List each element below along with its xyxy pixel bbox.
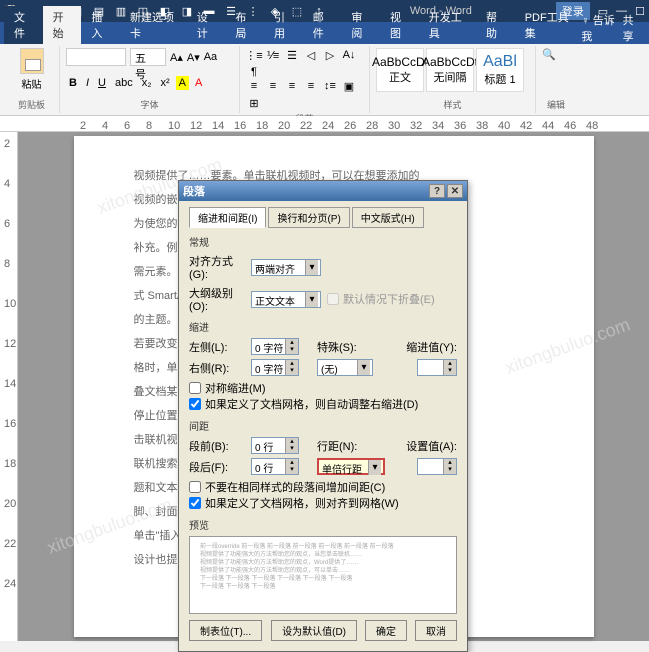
horizontal-ruler[interactable]: 2468101214161820222426283032343638404244… <box>0 116 649 132</box>
tab-dev[interactable]: 开发工具 <box>419 6 476 44</box>
share-button[interactable]: 共享 <box>623 12 641 44</box>
align-left-icon[interactable]: ≡ <box>246 79 262 93</box>
dlg-tab-indent[interactable]: 缩进和间距(I) <box>189 207 266 228</box>
paragraph-dialog: 段落 ? ✕ 缩进和间距(I) 换行和分页(P) 中文版式(H) 常规 对齐方式… <box>178 180 468 652</box>
default-button[interactable]: 设为默认值(D) <box>271 620 357 641</box>
dialog-close-button[interactable]: ✕ <box>447 184 463 198</box>
preview-label: 预览 <box>189 517 457 532</box>
dialog-help-button[interactable]: ? <box>429 184 445 198</box>
tab-help[interactable]: 帮助 <box>476 6 515 44</box>
bullets-icon[interactable]: ⋮≡ <box>246 48 262 62</box>
spacing-grid-checkbox[interactable] <box>189 497 201 509</box>
styles-group-label: 样式 <box>376 98 529 111</box>
before-spinner[interactable]: 0 行 <box>251 437 299 454</box>
at-spinner[interactable] <box>417 458 457 475</box>
left-indent-spinner[interactable]: 0 字符 <box>251 338 299 355</box>
strike-icon[interactable]: abc <box>112 76 136 90</box>
mirror-checkbox[interactable] <box>189 382 201 394</box>
dlg-tab-break[interactable]: 换行和分页(P) <box>268 207 349 228</box>
spacing-label: 间距 <box>189 418 457 433</box>
line-spacing-label: 行距(N): <box>317 438 361 454</box>
tab-design[interactable]: 设计 <box>187 6 226 44</box>
indent-grid-checkbox[interactable] <box>189 398 201 410</box>
preview-box: 前一段override 前一段落 前一段落 前一段落 前一段落 前一段落 前一段… <box>189 536 457 614</box>
multilevel-icon[interactable]: ☰ <box>284 48 300 62</box>
outline-label: 大纲级别(O): <box>189 285 245 313</box>
show-marks-icon[interactable]: ¶ <box>246 65 262 79</box>
dlg-tab-cjk[interactable]: 中文版式(H) <box>352 207 424 228</box>
tab-layout[interactable]: 布局 <box>225 6 264 44</box>
tab-pdf[interactable]: PDF工具集 <box>515 6 582 44</box>
font-color-icon[interactable]: A <box>192 76 205 90</box>
style-nospacing[interactable]: AaBbCcDt无间隔 <box>426 48 474 92</box>
right-indent-label: 右侧(R): <box>189 360 245 376</box>
align-right-icon[interactable]: ≡ <box>284 79 300 93</box>
numbering-icon[interactable]: ⅟≡ <box>265 48 281 62</box>
tab-view[interactable]: 视图 <box>380 6 419 44</box>
underline-icon[interactable]: U <box>95 76 109 90</box>
right-indent-spinner[interactable]: 0 字符 <box>251 359 299 376</box>
nosame-checkbox[interactable] <box>189 481 201 493</box>
clipboard-group-label: 剪贴板 <box>10 98 53 111</box>
at-label: 设置值(A): <box>406 438 457 454</box>
paste-label[interactable]: 粘贴 <box>22 76 42 91</box>
tab-file[interactable]: 文件 <box>4 6 43 44</box>
left-indent-label: 左侧(L): <box>189 339 245 355</box>
dialog-title: 段落 <box>183 183 205 199</box>
special-combo[interactable]: (无) <box>317 359 373 376</box>
vertical-ruler[interactable]: 24681012141618202224 <box>0 132 18 641</box>
tab-insert[interactable]: 插入 <box>81 6 120 44</box>
align-label: 对齐方式(G): <box>189 253 245 281</box>
line-spacing-icon[interactable]: ↕≡ <box>322 79 338 93</box>
bold-icon[interactable]: B <box>66 76 80 90</box>
find-icon[interactable]: 🔍 <box>542 48 570 61</box>
outline-combo[interactable]: 正文文本 <box>251 291 321 308</box>
tabs-button[interactable]: 制表位(T)... <box>189 620 262 641</box>
paste-icon[interactable] <box>20 48 44 74</box>
before-label: 段前(B): <box>189 438 245 454</box>
shrink-font-icon[interactable]: A▾ <box>187 51 200 64</box>
font-family-select[interactable] <box>66 48 126 66</box>
tab-mail[interactable]: 邮件 <box>303 6 342 44</box>
tab-ref[interactable]: 引用 <box>264 6 303 44</box>
indent-label: 缩进 <box>189 319 457 334</box>
tell-me[interactable]: ♀ 告诉我 <box>581 12 618 44</box>
ok-button[interactable]: 确定 <box>365 620 407 641</box>
style-heading1[interactable]: AaBl标题 1 <box>476 48 524 92</box>
tab-home[interactable]: 开始 <box>43 6 82 44</box>
tab-review[interactable]: 审阅 <box>341 6 380 44</box>
special-label: 特殊(S): <box>317 339 361 355</box>
cancel-button[interactable]: 取消 <box>415 620 457 641</box>
indent-inc-icon[interactable]: ▷ <box>322 48 338 62</box>
after-label: 段后(F): <box>189 459 245 475</box>
superscript-icon[interactable]: x² <box>158 76 173 90</box>
font-group-label: 字体 <box>66 98 233 111</box>
style-normal[interactable]: AaBbCcDt正文 <box>376 48 424 92</box>
collapse-checkbox <box>327 293 339 305</box>
change-case-icon[interactable]: Aa <box>204 51 217 63</box>
sort-icon[interactable]: A↓ <box>341 48 357 62</box>
highlight-icon[interactable]: A <box>176 76 189 90</box>
by-label: 缩进值(Y): <box>406 339 457 355</box>
tab-newtab[interactable]: 新建选项卡 <box>120 6 187 44</box>
grow-font-icon[interactable]: A▴ <box>170 51 183 64</box>
align-center-icon[interactable]: ≡ <box>265 79 281 93</box>
shading-icon[interactable]: ▣ <box>341 79 357 93</box>
justify-icon[interactable]: ≡ <box>303 79 319 93</box>
edit-group-label: 编辑 <box>542 98 570 111</box>
by-spinner[interactable] <box>417 359 457 376</box>
indent-dec-icon[interactable]: ◁ <box>303 48 319 62</box>
italic-icon[interactable]: I <box>83 76 92 90</box>
after-spinner[interactable]: 0 行 <box>251 458 299 475</box>
borders-icon[interactable]: ⊞ <box>246 96 262 110</box>
line-spacing-combo[interactable]: 单倍行距 <box>317 458 385 475</box>
align-combo[interactable]: 两端对齐 <box>251 259 321 276</box>
font-size-select[interactable]: 五号 <box>130 48 166 66</box>
general-label: 常规 <box>189 234 457 249</box>
